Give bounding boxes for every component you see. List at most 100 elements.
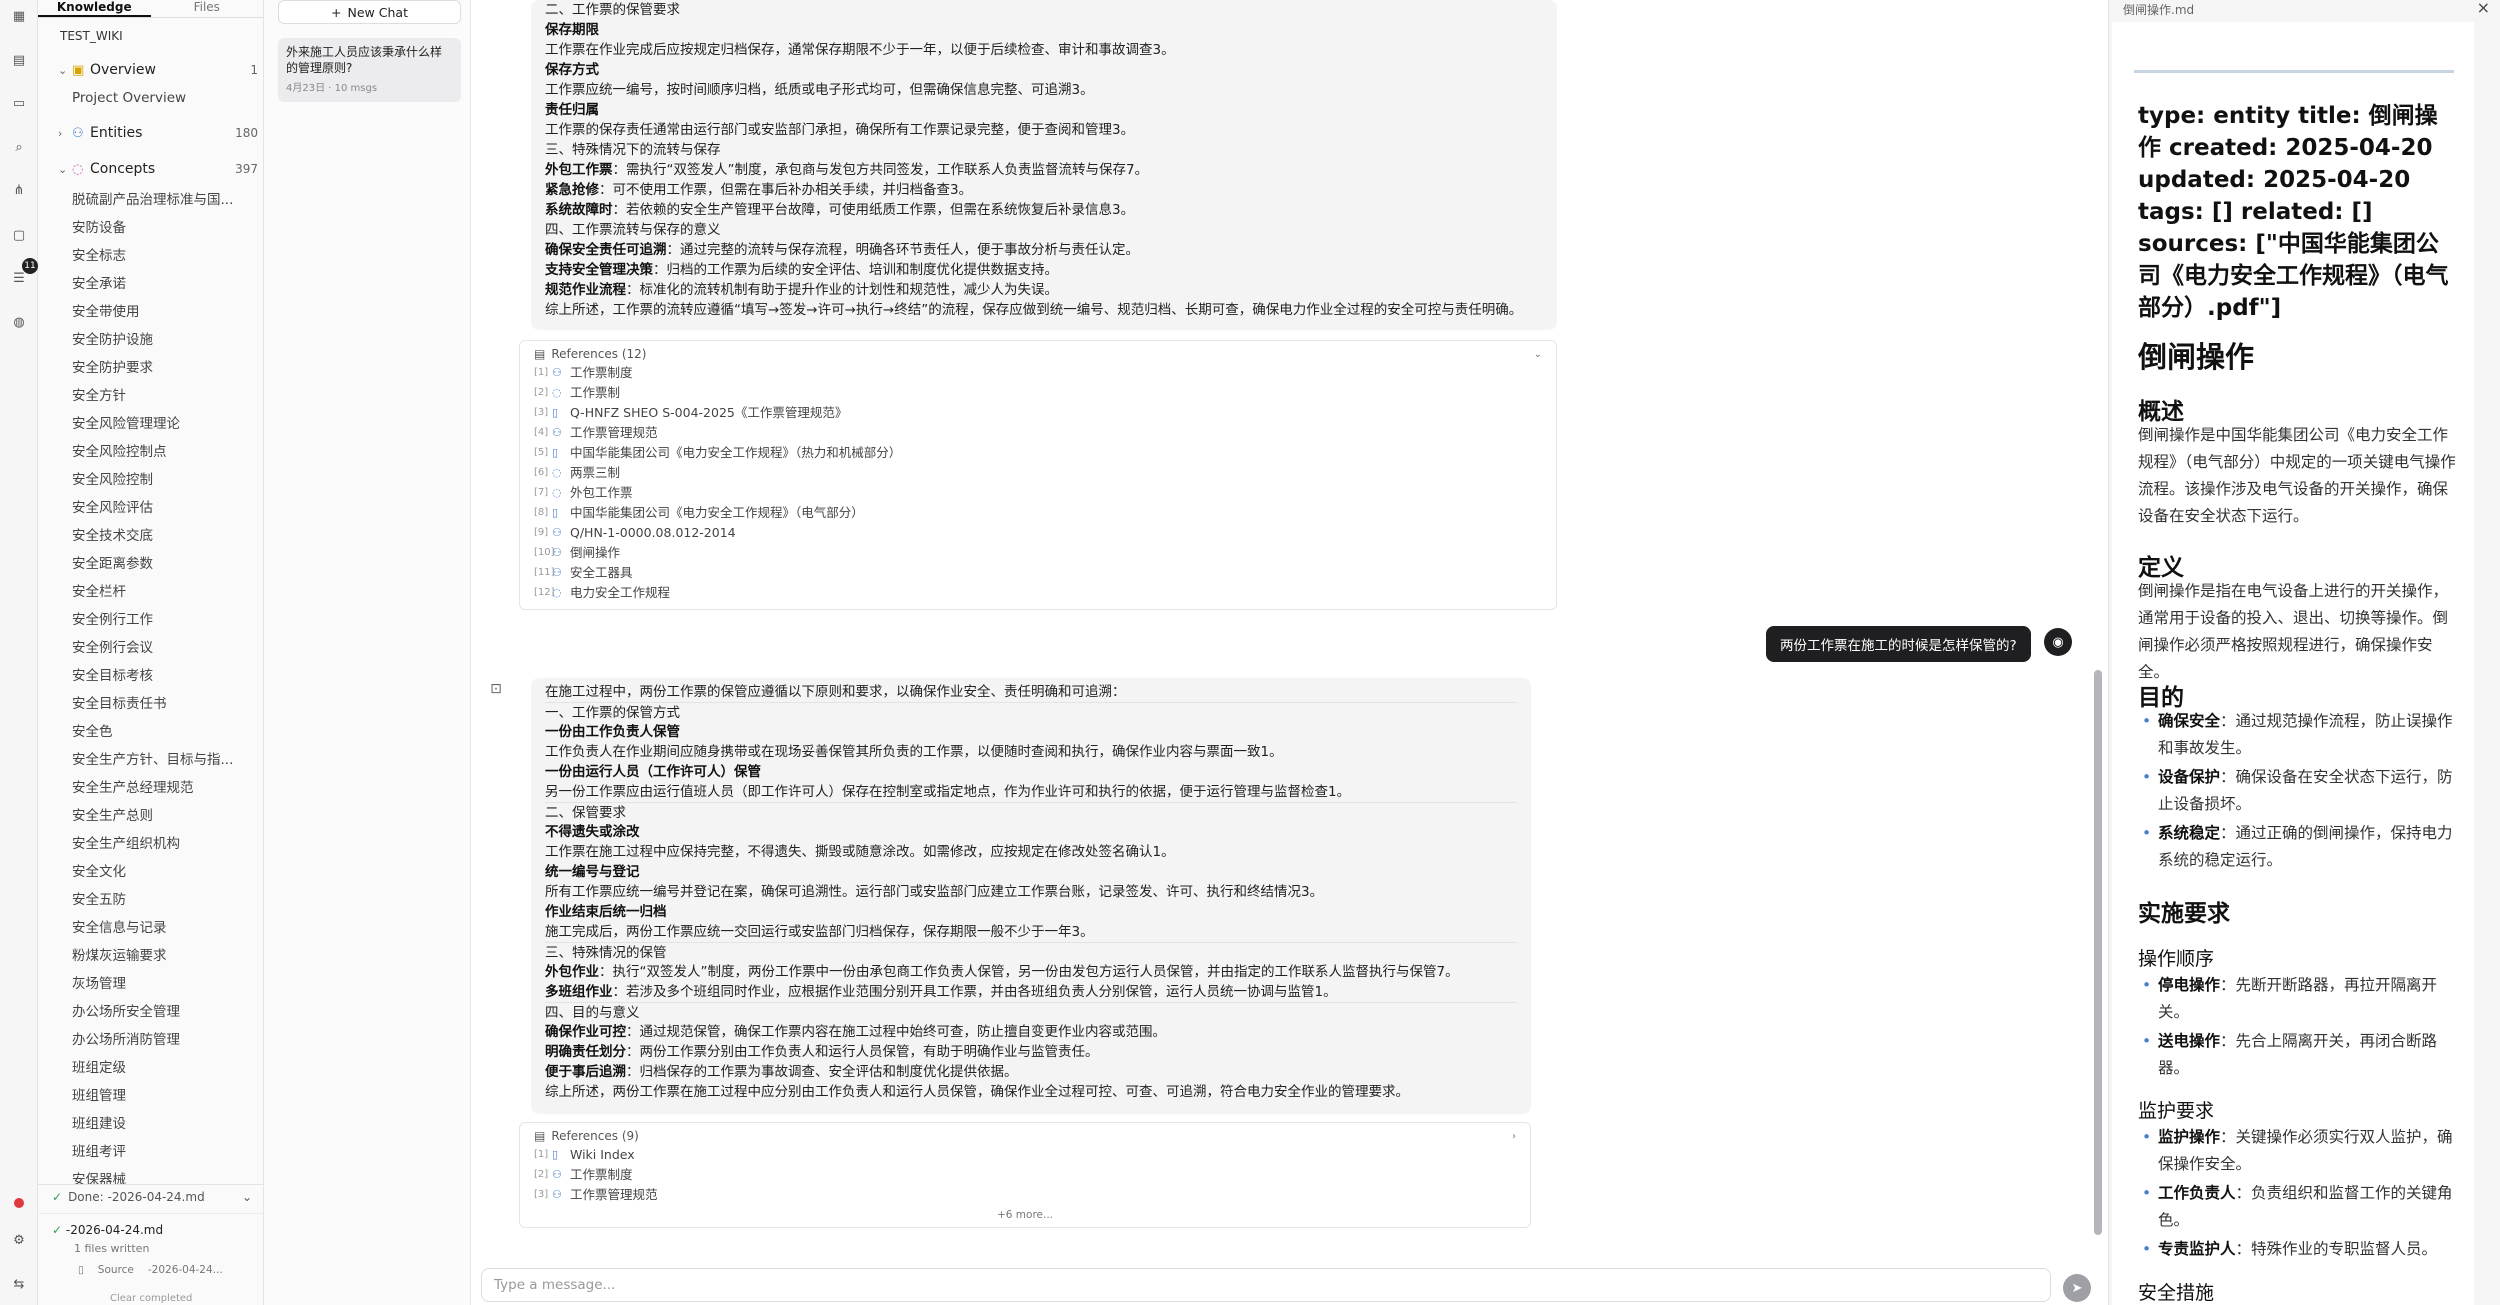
tree-leaf-concept[interactable]: 安全栏杆 [72, 581, 263, 609]
chat-item[interactable]: 外来施工人员应该秉承什么样的管理原则? 4月23日 · 10 msgs [278, 38, 461, 102]
message-input[interactable]: Type a message... [481, 1268, 2051, 1302]
reference-title: 中国华能集团公司《电力安全工作规程》（热力和机械部分） [570, 445, 902, 460]
tree-leaf-concept[interactable]: 安全例行会议 [72, 637, 263, 665]
doc-list-item: 监护操作：关键操作必须实行双人监护，确保操作安全。 [2138, 1124, 2460, 1178]
tree-leaf-concept[interactable]: 安全标志 [72, 245, 263, 273]
reference-item[interactable]: [10] ⚇ 倒闸操作 [534, 543, 1542, 563]
tree-leaf-concept[interactable]: 安全风险控制点 [72, 441, 263, 469]
tree-leaf-project-overview[interactable]: Project Overview [72, 90, 262, 106]
tree-leaf-concept[interactable]: 安全防护设施 [72, 329, 263, 357]
reference-item[interactable]: [2] ⚇ 工作票制度 [534, 1165, 1516, 1185]
reference-title: 工作票制度 [570, 365, 633, 380]
tree-leaf-concept[interactable]: 安全生产总则 [72, 805, 263, 833]
tab-knowledge[interactable]: Knowledge [38, 0, 151, 17]
tree-leaf-concept[interactable]: 安全生产方针、目标与指... [72, 749, 263, 777]
status-file: ✓ -2026-04-24.md [52, 1223, 164, 1237]
app-logo-icon[interactable]: ▦ [9, 6, 29, 26]
reference-item[interactable]: [3] ⚇ 工作票管理规范 [534, 1185, 1516, 1205]
concept-icon: ◌ [552, 586, 562, 599]
tree-leaf-concept[interactable]: 安全目标考核 [72, 665, 263, 693]
tree-node-concepts[interactable]: ⌄ ◌ Concepts 397 [58, 159, 258, 179]
tree-leaf-concept[interactable]: 安全方针 [72, 385, 263, 413]
reference-item[interactable]: [12] ◌ 电力安全工作规程 [534, 583, 1542, 603]
message-line: 三、特殊情况下的流转与保存 [545, 142, 721, 158]
reference-item[interactable]: [4] ⚇ 工作票管理规范 [534, 423, 1542, 443]
message-line: 四、目的与意义 [545, 1002, 1517, 1022]
clipboard-icon[interactable]: ▢ [9, 225, 29, 245]
chevron-right-icon: › [1512, 1130, 1516, 1142]
tree-leaf-concept[interactable]: 安防设备 [72, 217, 263, 245]
references-header[interactable]: ▤ References (9) › [534, 1127, 1516, 1145]
globe-icon[interactable]: ◍ [9, 312, 29, 332]
status-done-row[interactable]: ✓ Done: -2026-04-24.md ⌄ [52, 1190, 252, 1204]
tree-node-entities[interactable]: › ⚇ Entities 180 [58, 123, 258, 143]
tree-leaf-concept[interactable]: 脱硫副产品治理标准与国... [72, 189, 263, 217]
tree-leaf-concept[interactable]: 安全承诺 [72, 273, 263, 301]
tree-leaf-concept[interactable]: 安全距离参数 [72, 553, 263, 581]
tree-leaf-concept[interactable]: 安全风险控制 [72, 469, 263, 497]
folder-icon[interactable]: ▭ [9, 93, 29, 113]
references-header[interactable]: ▤ References (12) ⌄ [534, 345, 1542, 363]
reference-item[interactable]: [9] ⚇ Q/HN-1-0000.08.012-2014 [534, 523, 1542, 543]
tree-leaf-concept[interactable]: 班组考评 [72, 1141, 263, 1169]
assistant-message: 在施工过程中，两份工作票的保管应遵循以下原则和要求，以确保作业安全、责任明确和可… [531, 678, 1531, 1114]
tree-leaf-concept[interactable]: 安全风险管理理论 [72, 413, 263, 441]
subsection-guard: 监护要求 [2138, 1100, 2215, 1122]
reference-item[interactable]: [7] ◌ 外包工作票 [534, 483, 1542, 503]
references-more-button[interactable]: +6 more... [534, 1209, 1516, 1221]
doc-list-item: 专责监护人：特殊作业的专职监督人员。 [2138, 1236, 2460, 1263]
reference-item[interactable]: [11] ⚇ 安全工器具 [534, 563, 1542, 583]
bold-lead: 外包作业 [545, 964, 599, 980]
graph-icon[interactable]: ⋔ [9, 180, 29, 200]
reference-item[interactable]: [1] ⚇ 工作票制度 [534, 363, 1542, 383]
concept-icon: ◌ [552, 466, 562, 479]
tree-leaf-concept[interactable]: 安全风险评估 [72, 497, 263, 525]
tree-leaf-concept[interactable]: 班组管理 [72, 1085, 263, 1113]
tree-leaf-concept[interactable]: 安全目标责任书 [72, 693, 263, 721]
reference-item[interactable]: [2] ◌ 工作票制 [534, 383, 1542, 403]
reference-title: 倒闸操作 [570, 545, 621, 560]
settings-gear-icon[interactable]: ⚙ [9, 1230, 29, 1250]
tree-leaf-concept[interactable]: 班组定级 [72, 1057, 263, 1085]
tree-leaf-concept[interactable]: 粉煤灰运输要求 [72, 945, 263, 973]
tree-leaf-concept[interactable]: 安全信息与记录 [72, 917, 263, 945]
tree-leaf-concept[interactable]: 安全五防 [72, 889, 263, 917]
overview-paragraph: 倒闸操作是中国华能集团公司《电力安全工作规程》（电气部分）中规定的一项关键电气操… [2138, 426, 2456, 525]
tree-leaf-concept[interactable]: 安全生产组织机构 [72, 833, 263, 861]
tree-leaf-concept[interactable]: 安全技术交底 [72, 525, 263, 553]
reference-item[interactable]: [6] ◌ 两票三制 [534, 463, 1542, 483]
chat-scrollbar[interactable] [2092, 0, 2104, 1250]
reference-number: [7] [534, 487, 549, 498]
reference-item[interactable]: [8] ▯ 中国华能集团公司《电力安全工作规程》（电气部分） [534, 503, 1542, 523]
tree-leaf-concept[interactable]: 安保器械 [72, 1169, 263, 1184]
tree-leaf-concept[interactable]: 安全带使用 [72, 301, 263, 329]
reference-item[interactable]: [1] ▯ Wiki Index [534, 1145, 1516, 1165]
tree-leaf-concept[interactable]: 办公场所消防管理 [72, 1029, 263, 1057]
tree-leaf-concept[interactable]: 安全生产总经理规范 [72, 777, 263, 805]
new-chat-button[interactable]: + New Chat [278, 0, 461, 24]
tree-leaf-concept[interactable]: 安全文化 [72, 861, 263, 889]
references-panel: ▤ References (9) › [1] ▯ Wiki Index [2] ⚇ 工作票… [519, 1122, 1531, 1228]
tab-files[interactable]: Files [151, 0, 264, 17]
send-icon[interactable]: ➤ [2063, 1274, 2091, 1302]
tree-leaf-concept[interactable]: 安全色 [72, 721, 263, 749]
tree-leaf-concept[interactable]: 班组建设 [72, 1113, 263, 1141]
reference-item[interactable]: [3] ▯ Q-HNFZ SHEO S-004-2025《工作票管理规范》 [534, 403, 1542, 423]
wiki-pages-icon[interactable]: ▤ [9, 50, 29, 70]
bold-lead: 明确责任划分 [545, 1044, 626, 1060]
tree-leaf-concept[interactable]: 安全例行工作 [72, 609, 263, 637]
tree-node-overview[interactable]: ⌄ ▣ Overview 1 [58, 60, 258, 80]
switch-icon[interactable]: ⇆ [9, 1274, 29, 1294]
tree-leaf-concept[interactable]: 安全防护要求 [72, 357, 263, 385]
close-icon[interactable]: × [2477, 0, 2490, 17]
search-icon[interactable]: ⌕ [9, 137, 29, 157]
tree-leaf-concept[interactable]: 办公场所安全管理 [72, 1001, 263, 1029]
clear-completed-button[interactable]: Clear completed [110, 1293, 192, 1304]
scrollbar-thumb[interactable] [2094, 670, 2102, 1235]
bold-lead: 规范作业流程 [545, 282, 626, 298]
section-purpose: 目的 [2138, 685, 2184, 711]
user-message: 两份工作票在施工的时候是怎样保管的? [1766, 626, 2031, 662]
tree-leaf-concept[interactable]: 灰场管理 [72, 973, 263, 1001]
section-overview: 概述 [2138, 399, 2184, 425]
reference-item[interactable]: [5] ▯ 中国华能集团公司《电力安全工作规程》（热力和机械部分） [534, 443, 1542, 463]
